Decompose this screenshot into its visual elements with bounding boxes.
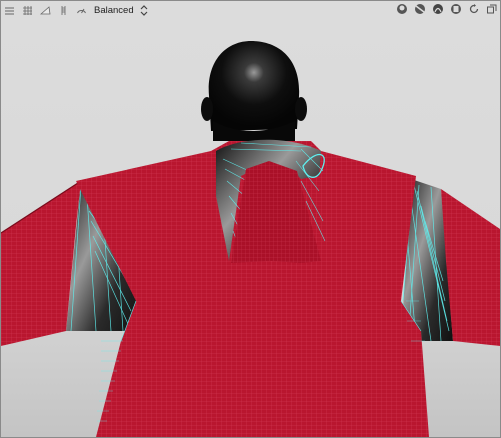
3d-viewport-window: Balanced — [0, 0, 501, 438]
3d-viewport[interactable] — [1, 1, 500, 437]
hide-avatar-icon[interactable] — [414, 3, 426, 15]
viewport-toolbar: Balanced — [1, 1, 500, 19]
avatar-head — [201, 41, 307, 141]
garment-view-icon[interactable] — [450, 3, 462, 15]
render-mode-select[interactable]: Balanced — [94, 3, 151, 17]
render-mode-label: Balanced — [94, 4, 134, 16]
restore-window-icon[interactable] — [486, 3, 498, 15]
garment-render — [1, 41, 500, 437]
avatar-view-icon[interactable] — [396, 3, 408, 15]
ruler-icon[interactable] — [56, 3, 70, 17]
texture-icon[interactable] — [432, 3, 444, 15]
plane-icon[interactable] — [38, 3, 52, 17]
refresh-camera-icon[interactable] — [468, 3, 480, 15]
up-down-chevron-icon — [137, 3, 151, 17]
wireframe-grid-icon[interactable] — [20, 3, 34, 17]
grid-view-icon[interactable] — [2, 3, 16, 17]
speed-gauge-icon[interactable] — [74, 3, 88, 17]
